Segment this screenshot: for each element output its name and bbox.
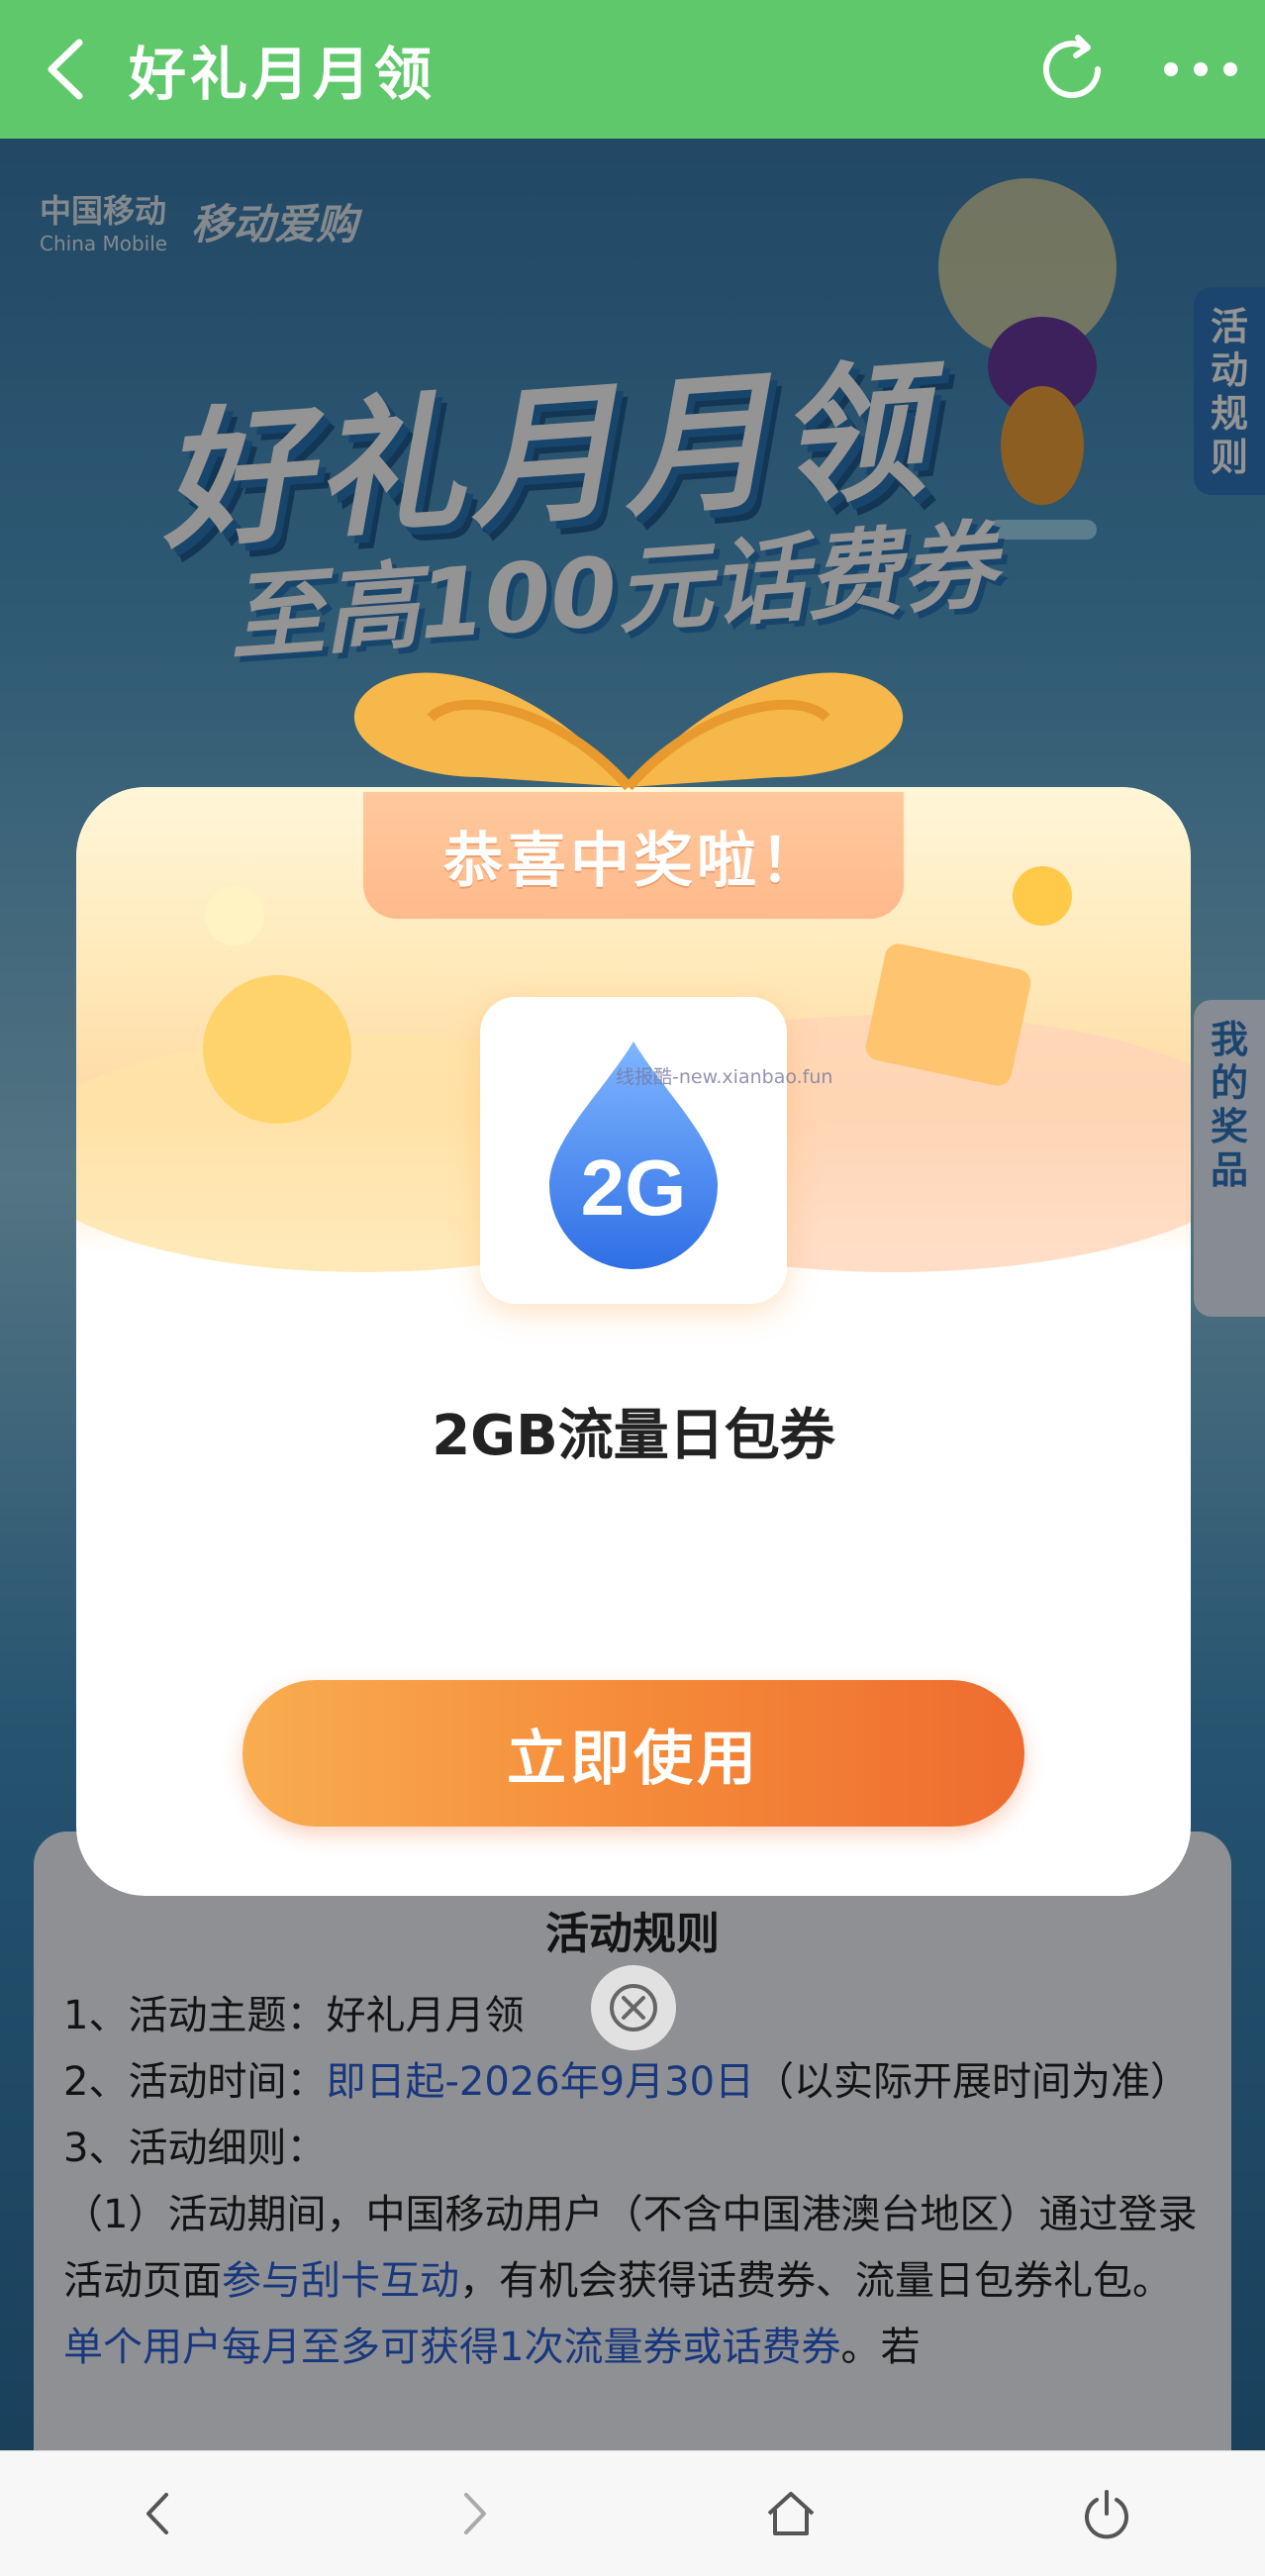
power-icon <box>1085 2490 1129 2539</box>
top-bar: 好礼月月领 <box>0 0 1265 139</box>
use-now-button[interactable]: 立即使用 <box>243 1680 1024 1827</box>
back-button[interactable] <box>0 0 129 139</box>
refresh-icon <box>1043 35 1101 99</box>
coin-bowl-decoration <box>203 975 351 1124</box>
watermark-text: 线报酷-new.xianbao.fun <box>616 1066 833 1088</box>
svg-text:2G: 2G <box>581 1143 687 1232</box>
more-menu-button[interactable] <box>1136 0 1265 139</box>
close-icon <box>610 1984 657 2031</box>
more-dots-icon <box>1164 62 1237 76</box>
prize-dialog: 2G 线报酷-new.xianbao.fun 2GB流量日包券 立即使用 <box>76 787 1191 1896</box>
prize-icon-box: 2G <box>480 997 787 1304</box>
refresh-button[interactable] <box>1008 0 1136 139</box>
ribbon-bow-decoration <box>353 672 904 791</box>
nav-home-button[interactable] <box>731 2454 850 2573</box>
nav-exit-button[interactable] <box>1047 2454 1166 2573</box>
nav-back-button[interactable] <box>99 2454 218 2573</box>
chevron-left-icon <box>48 39 83 100</box>
congrats-banner: 恭喜中奖啦！ <box>363 792 904 919</box>
close-dialog-button[interactable] <box>591 1965 676 2050</box>
chevron-right-icon <box>464 2493 487 2534</box>
page-title: 好礼月月领 <box>129 41 437 108</box>
prize-name: 2GB流量日包券 <box>432 1404 835 1468</box>
chevron-left-icon <box>146 2493 168 2534</box>
nav-forward-button[interactable] <box>415 2454 534 2573</box>
home-icon <box>767 2492 815 2535</box>
browser-nav-bar <box>0 2450 1265 2576</box>
